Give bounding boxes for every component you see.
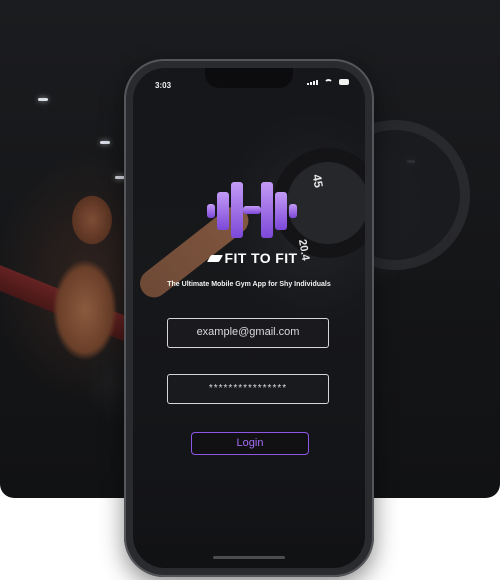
signal-icon (307, 80, 318, 85)
email-field[interactable]: example@gmail.com (167, 318, 329, 348)
status-icons (307, 79, 349, 85)
home-indicator (213, 556, 285, 559)
plate-label-45: 45 (309, 173, 326, 189)
ceiling-light (100, 141, 110, 144)
brand-mark-icon (206, 254, 223, 262)
barbell-logo-icon (207, 182, 297, 238)
phone-mockup: 3:03 45 20.4 FIT TO FIT The Ultimate Mob… (124, 59, 374, 577)
wifi-icon (324, 79, 333, 85)
battery-icon (339, 79, 349, 85)
phone-screen: 3:03 45 20.4 FIT TO FIT The Ultimate Mob… (133, 68, 365, 568)
brand-name: FIT TO FIT (224, 250, 298, 266)
status-time: 3:03 (155, 81, 172, 90)
phone-notch (205, 68, 293, 88)
ceiling-light (38, 98, 48, 101)
brand: FIT TO FIT (183, 248, 323, 268)
login-button[interactable]: Login (191, 432, 309, 455)
password-field[interactable]: **************** (167, 374, 329, 404)
tagline: The Ultimate Mobile Gym App for Shy Indi… (167, 281, 331, 288)
